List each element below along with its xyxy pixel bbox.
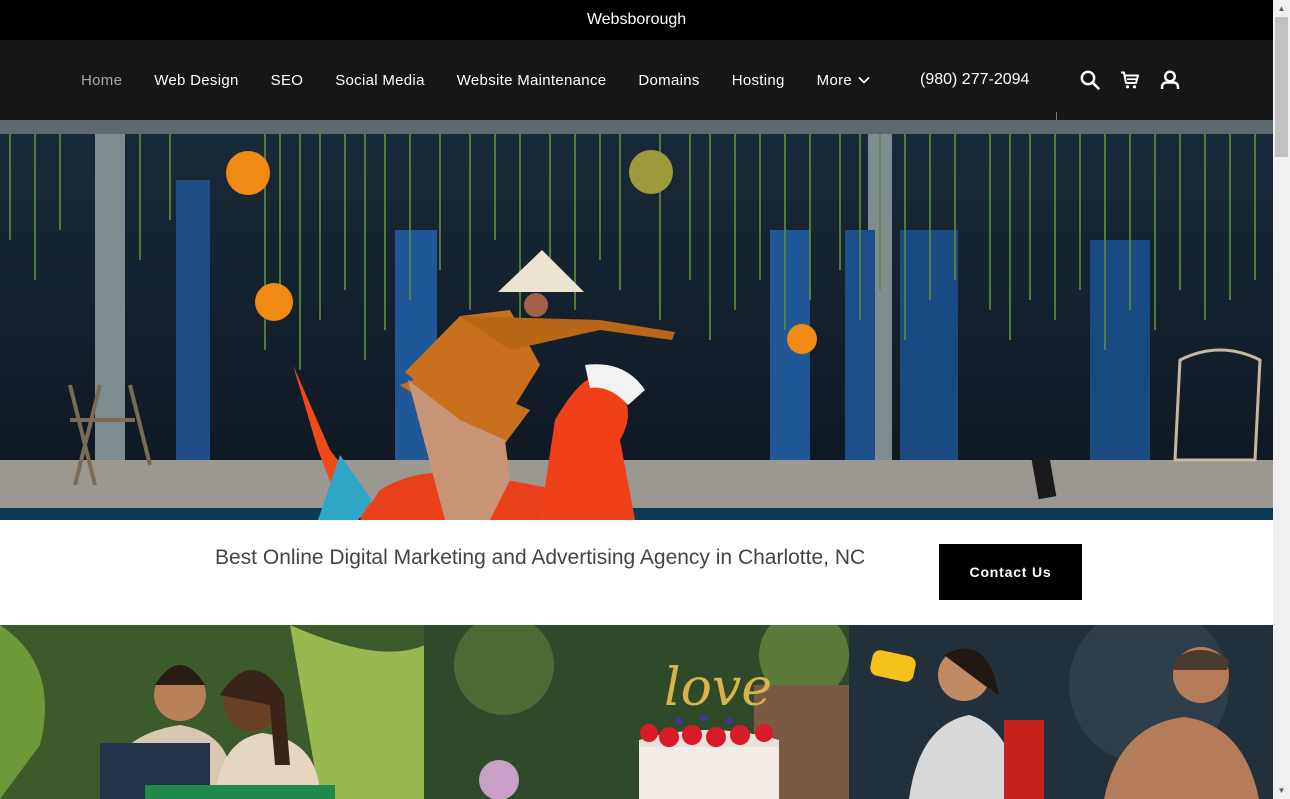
nav-item-seo[interactable]: SEO xyxy=(255,72,320,89)
nav-item-domains[interactable]: Domains xyxy=(622,72,715,89)
scroll-down-arrow-icon[interactable]: ▼ xyxy=(1273,782,1290,799)
page: Websborough Home Web Design SEO Social M… xyxy=(0,0,1273,799)
hero-image xyxy=(0,120,1273,520)
vertical-scrollbar[interactable]: ▲ ▼ xyxy=(1273,0,1290,799)
nav-item-website-maintenance[interactable]: Website Maintenance xyxy=(441,72,623,89)
chevron-down-icon xyxy=(858,76,870,84)
cart-icon[interactable] xyxy=(1120,70,1140,90)
search-icon[interactable] xyxy=(1080,70,1100,90)
nav-more-label: More xyxy=(816,71,853,89)
tile-business-owners[interactable] xyxy=(0,625,425,799)
top-bar: Websborough xyxy=(0,0,1273,40)
tile-fitness[interactable] xyxy=(848,625,1273,799)
nav-item-social-media[interactable]: Social Media xyxy=(319,72,440,89)
main-nav: Home Web Design SEO Social Media Website… xyxy=(0,40,1273,128)
business-owners-image xyxy=(0,625,425,799)
hero-illustration xyxy=(0,120,1273,520)
phone-number[interactable]: (980) 277-2094 xyxy=(920,40,1029,120)
feature-tiles: love xyxy=(0,625,1273,799)
cake-topper-text: love xyxy=(664,658,772,718)
contact-us-button[interactable]: Contact Us xyxy=(939,544,1082,600)
fitness-image xyxy=(848,625,1273,799)
nav-item-more[interactable]: More xyxy=(801,72,886,89)
nav-item-home[interactable]: Home xyxy=(65,72,138,89)
scroll-up-arrow-icon[interactable]: ▲ xyxy=(1273,0,1290,17)
intro-section xyxy=(0,520,1273,625)
site-title[interactable]: Websborough xyxy=(587,11,686,29)
nav-links: Home Web Design SEO Social Media Website… xyxy=(65,40,886,120)
love-cake-image: love xyxy=(424,625,849,799)
tile-love-cake[interactable]: love xyxy=(424,625,849,799)
nav-item-web-design[interactable]: Web Design xyxy=(138,72,254,89)
account-icon[interactable] xyxy=(1160,70,1180,90)
nav-icons xyxy=(1080,40,1180,120)
scroll-thumb[interactable] xyxy=(1275,17,1288,157)
nav-item-hosting[interactable]: Hosting xyxy=(716,72,801,89)
intro-tagline: Best Online Digital Marketing and Advert… xyxy=(215,546,866,569)
